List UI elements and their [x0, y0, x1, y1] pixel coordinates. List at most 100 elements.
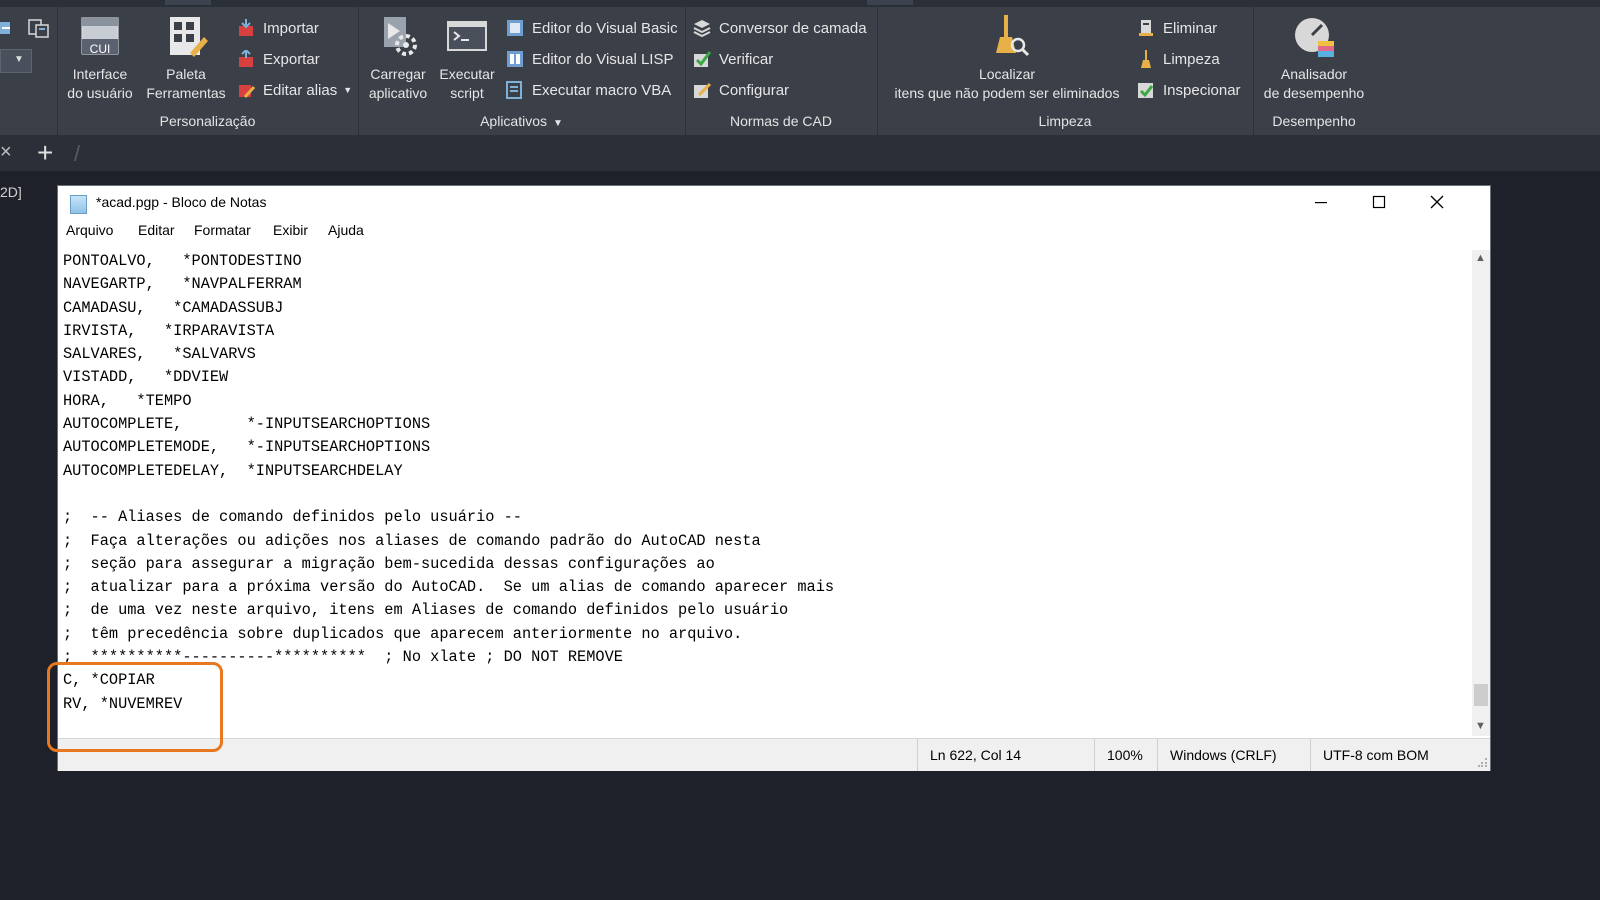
ribbon-tab[interactable] [867, 0, 913, 5]
tab-divider: / [74, 141, 81, 166]
script-console-icon [445, 15, 489, 59]
ribbon: ▼ CUI Interface do usuário Paleta Ferram… [0, 7, 1600, 135]
performance-analyzer-icon [1292, 15, 1336, 59]
localizar-label-2: itens que não podem ser eliminados [894, 85, 1120, 101]
cursor-position: Ln 622, Col 14 [917, 739, 1094, 771]
interface-usuario-button[interactable]: CUI Interface do usuário [63, 15, 137, 103]
vertical-scrollbar[interactable]: ▲ ▼ [1472, 250, 1490, 736]
editor-visual-basic-button[interactable]: Editor do Visual Basic [506, 17, 678, 39]
configurar-button[interactable]: Configurar [693, 79, 789, 101]
analisador-label-1: Analisador [1280, 66, 1348, 82]
ribbon-tab[interactable] [165, 0, 211, 5]
panel-title-desempenho: Desempenho [1272, 113, 1356, 129]
broom-icon [1137, 50, 1155, 68]
verificar-button[interactable]: Verificar [693, 48, 773, 70]
maximize-icon [1372, 195, 1386, 209]
audit-icon [1137, 81, 1155, 99]
load-application-icon [376, 15, 420, 59]
panel-title-aplicativos[interactable]: Aplicativos ▼ [358, 113, 685, 129]
editor-vb-label: Editor do Visual Basic [532, 19, 678, 37]
executar-vba-label: Executar macro VBA [532, 81, 672, 99]
verificar-label: Verificar [719, 50, 774, 68]
close-icon [1430, 195, 1444, 209]
panel-desempenho: Analisador de desempenho Desempenho [1253, 7, 1375, 135]
paleta-label-1: Paleta [166, 66, 206, 82]
aplicativos-title-text: Aplicativos [480, 113, 547, 129]
notepad-app-icon [70, 195, 87, 214]
menu-arquivo[interactable]: Arquivo [66, 222, 113, 238]
new-tab-button[interactable]: + [37, 137, 53, 169]
scroll-up-icon[interactable]: ▲ [1475, 252, 1486, 264]
exportar-label: Exportar [263, 50, 320, 68]
chevron-down-icon: ▼ [343, 85, 353, 95]
cui-icon: CUI [78, 15, 122, 59]
partial-tool-icon[interactable] [0, 19, 14, 37]
highlight-annotation [47, 662, 223, 752]
broom-find-icon [985, 15, 1030, 59]
inspecionar-label: Inspecionar [1163, 81, 1241, 99]
menu-exibir[interactable]: Exibir [273, 222, 308, 238]
importar-button[interactable]: Importar [237, 17, 319, 39]
panel-title-normas: Normas de CAD [730, 113, 832, 129]
panel-normas-cad: Conversor de camada Verificar Configurar… [685, 7, 878, 135]
importar-label: Importar [263, 19, 319, 37]
panel-personalizacao: CUI Interface do usuário Paleta Ferramen… [57, 7, 359, 135]
conversor-camada-button[interactable]: Conversor de camada [693, 17, 867, 39]
notepad-window: *acad.pgp - Bloco de Notas Arquivo Edita… [58, 186, 1490, 771]
scroll-down-icon[interactable]: ▼ [1475, 720, 1486, 732]
exportar-button[interactable]: Exportar [237, 48, 320, 70]
notepad-menu-bar: Arquivo Editar Formatar Exibir Ajuda [58, 218, 1490, 240]
file-tab-bar: × + / [0, 135, 1600, 171]
eliminar-button[interactable]: Eliminar [1137, 17, 1217, 39]
scrollbar-thumb[interactable] [1474, 684, 1488, 706]
localizar-itens-button[interactable]: Localizar itens que não podem ser elimin… [883, 15, 1131, 103]
executar-script-button[interactable]: Executar script [434, 15, 500, 103]
menu-formatar[interactable]: Formatar [194, 222, 251, 238]
editar-alias-button[interactable]: Editar alias ▼ [237, 79, 352, 101]
carregar-aplicativo-button[interactable]: Carregar aplicativo [364, 15, 432, 103]
text-editor-area[interactable]: PONTOALVO, *PONTODESTINO NAVEGARTP, *NAV… [63, 250, 1443, 724]
chevron-down-icon: ▼ [553, 118, 563, 129]
resize-grip-icon[interactable] [1478, 757, 1488, 767]
ribbon-panel-partial: ▼ [0, 7, 58, 135]
notepad-title-bar[interactable]: *acad.pgp - Bloco de Notas [58, 186, 1490, 218]
panel-title-personalizacao: Personalização [159, 113, 256, 129]
layout-icon[interactable] [28, 19, 50, 39]
check-standards-icon [693, 50, 712, 68]
minimize-button[interactable] [1292, 186, 1350, 218]
analisador-desempenho-button[interactable]: Analisador de desempenho [1259, 15, 1369, 103]
status-bar: Ln 622, Col 14 100% Windows (CRLF) UTF-8… [58, 738, 1490, 771]
configure-standards-icon [693, 81, 712, 99]
visual-basic-icon [506, 19, 524, 37]
chevron-down-icon: ▼ [14, 54, 24, 65]
run-macro-icon [506, 81, 524, 99]
executar-macro-vba-button[interactable]: Executar macro VBA [506, 79, 671, 101]
limpeza-button[interactable]: Limpeza [1137, 48, 1220, 70]
executar-label-2: script [450, 85, 484, 101]
import-icon [237, 19, 255, 37]
localizar-label-1: Localizar [978, 66, 1036, 82]
menu-editar[interactable]: Editar [138, 222, 175, 238]
maximize-button[interactable] [1350, 186, 1408, 218]
editor-visual-lisp-button[interactable]: Editor do Visual LISP [506, 48, 673, 70]
conversor-label: Conversor de camada [719, 19, 867, 37]
paleta-ferramentas-button[interactable]: Paleta Ferramentas [141, 15, 231, 103]
zoom-level: 100% [1094, 739, 1157, 771]
interface-label-1: Interface [72, 66, 128, 82]
export-icon [237, 48, 255, 68]
paleta-label-2: Ferramentas [146, 85, 226, 101]
carregar-label-2: aplicativo [368, 85, 428, 101]
purge-icon [1137, 19, 1155, 37]
panel-aplicativos: Carregar aplicativo Executar script Edit… [358, 7, 686, 135]
close-button[interactable] [1408, 186, 1466, 218]
ribbon-tab-strip [0, 0, 1600, 7]
configurar-label: Configurar [719, 81, 790, 99]
viewport-label[interactable]: 2D] [0, 184, 22, 200]
menu-ajuda[interactable]: Ajuda [328, 222, 364, 238]
visual-lisp-icon [506, 50, 524, 68]
inspecionar-button[interactable]: Inspecionar [1137, 79, 1241, 101]
file-encoding: UTF-8 com BOM [1310, 739, 1473, 771]
dropdown-partial[interactable]: ▼ [0, 49, 32, 73]
close-tab-icon[interactable]: × [0, 141, 12, 164]
limpeza-label: Limpeza [1163, 50, 1220, 68]
